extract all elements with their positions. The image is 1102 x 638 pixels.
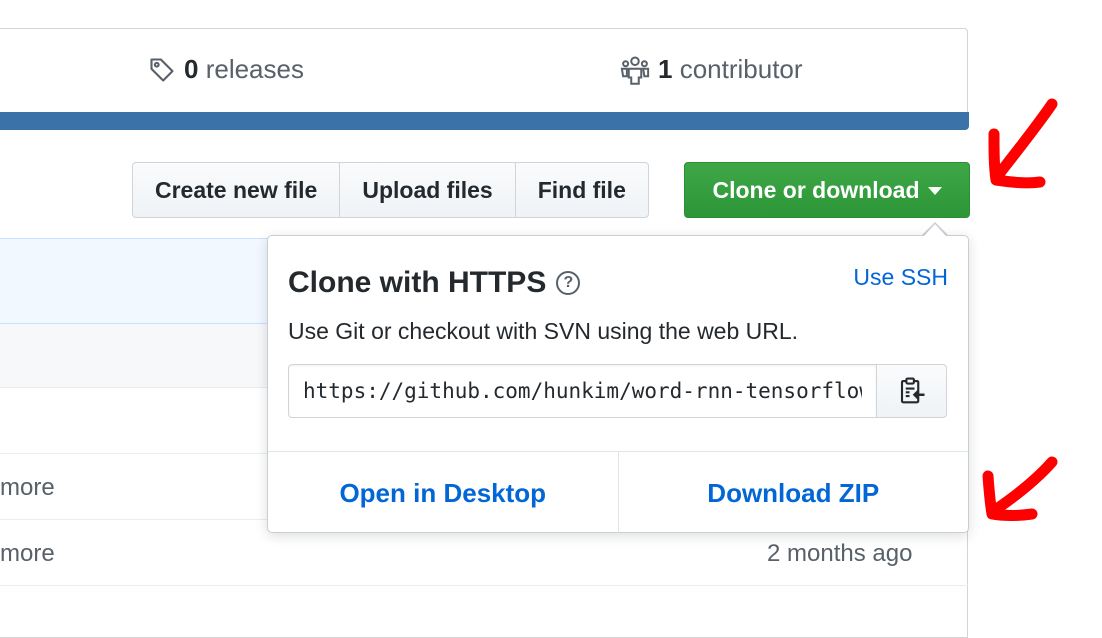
clone-or-download-label: Clone or download [712,176,920,203]
clone-title: Clone with HTTPS ? [288,266,581,300]
dropdown-pointer-fill [924,224,946,236]
contributors-count: 1 [658,54,673,84]
commit-message[interactable]: more [0,474,55,502]
clone-or-download-button[interactable]: Clone or download [684,162,970,218]
clone-url-group [288,364,948,418]
clone-title-text: Clone with HTTPS [288,266,547,299]
copy-url-button[interactable] [876,364,947,418]
clone-url-input[interactable] [288,364,877,418]
file-actions-group: Create new file Upload files Find file [132,162,649,218]
download-zip-button[interactable]: Download ZIP [617,452,969,534]
clipboard-icon [900,377,924,404]
upload-files-button[interactable]: Upload files [339,162,516,218]
clone-description: Use Git or checkout with SVN using the w… [288,318,799,344]
contributors-label: contributor [679,54,803,84]
people-icon [620,56,650,85]
commit-age: 2 months ago [767,540,913,567]
releases-link[interactable]: 0 releases [148,54,304,85]
tag-icon [150,57,174,82]
releases-count: 0 [184,54,199,84]
language-bar[interactable] [0,112,969,130]
red-arrow-annotation [982,456,1058,521]
releases-label: releases [205,54,304,84]
create-new-file-button[interactable]: Create new file [132,162,341,218]
clone-dropdown: Clone with HTTPS ? Use SSH Use Git or ch… [267,235,969,534]
red-arrow-annotation [988,98,1058,189]
open-in-desktop-button[interactable]: Open in Desktop [268,452,618,534]
contributors-link[interactable]: 1 contributor [620,54,803,85]
find-file-button[interactable]: Find file [514,162,649,218]
commit-message[interactable]: more [0,540,55,568]
caret-down-icon [927,187,942,195]
clone-dropdown-footer: Open in Desktop Download ZIP [268,451,968,534]
use-ssh-link[interactable]: Use SSH [853,264,948,291]
question-icon[interactable]: ? [556,271,581,295]
